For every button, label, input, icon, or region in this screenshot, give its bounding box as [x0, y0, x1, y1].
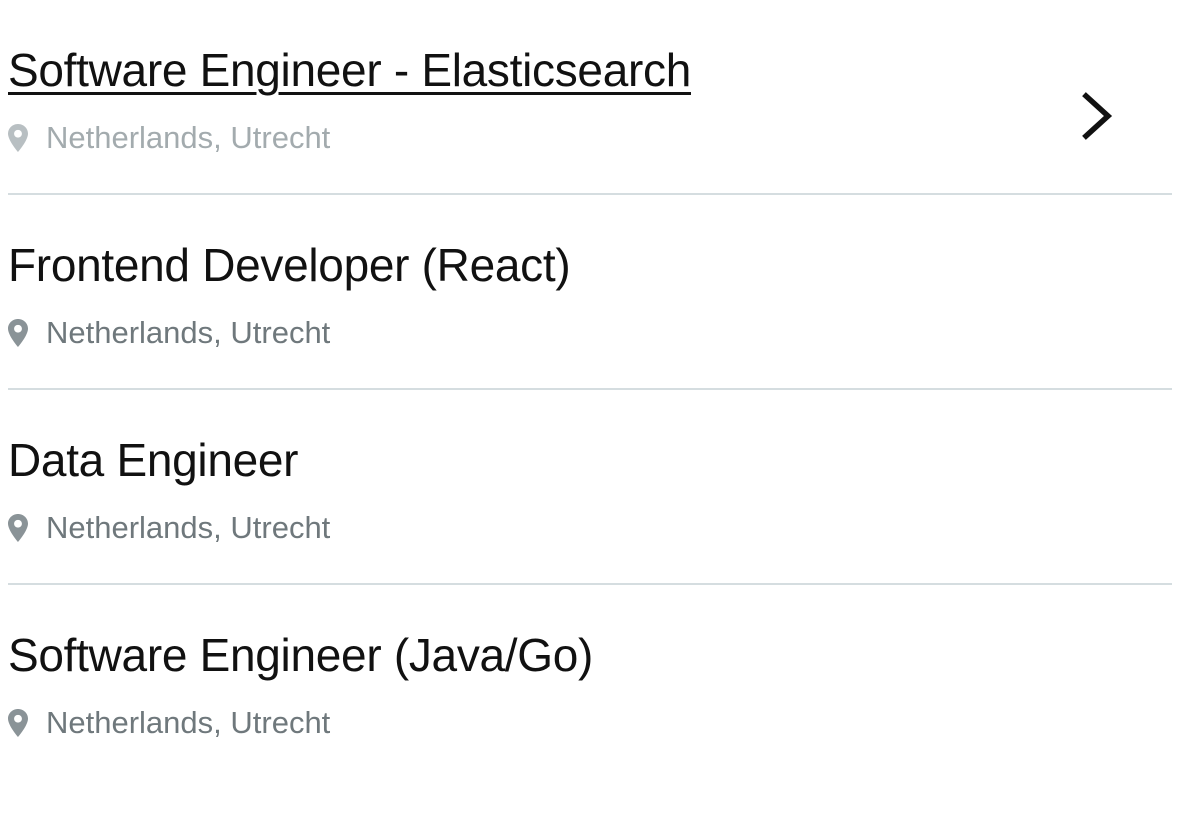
job-title-link[interactable]: Data Engineer [8, 430, 298, 490]
job-item-data-engineer[interactable]: Data Engineer Netherlands, Utrecht [8, 390, 1172, 585]
map-pin-icon [8, 319, 28, 347]
job-title-link[interactable]: Frontend Developer (React) [8, 235, 571, 295]
job-location: Netherlands, Utrecht [8, 703, 330, 743]
location-label: Netherlands, Utrecht [46, 315, 331, 350]
job-location: Netherlands, Utrecht [8, 313, 330, 353]
location-label: Netherlands, Utrecht [46, 705, 331, 740]
job-list: Software Engineer - Elasticsearch Nether… [8, 0, 1172, 780]
job-item-frontend-developer[interactable]: Frontend Developer (React) Netherlands, … [8, 195, 1172, 390]
job-title-link[interactable]: Software Engineer (Java/Go) [8, 625, 593, 685]
map-pin-icon [8, 514, 28, 542]
location-label: Netherlands, Utrecht [46, 120, 331, 155]
chevron-right-icon[interactable] [1080, 92, 1114, 140]
location-label: Netherlands, Utrecht [46, 510, 331, 545]
map-pin-icon [8, 709, 28, 737]
job-item-software-engineer-java-go[interactable]: Software Engineer (Java/Go) Netherlands,… [8, 585, 1172, 780]
job-title-link[interactable]: Software Engineer - Elasticsearch [8, 40, 691, 100]
job-location: Netherlands, Utrecht [8, 118, 330, 158]
job-location: Netherlands, Utrecht [8, 508, 330, 548]
map-pin-icon [8, 124, 28, 152]
job-item-software-engineer-elasticsearch[interactable]: Software Engineer - Elasticsearch Nether… [8, 0, 1172, 195]
